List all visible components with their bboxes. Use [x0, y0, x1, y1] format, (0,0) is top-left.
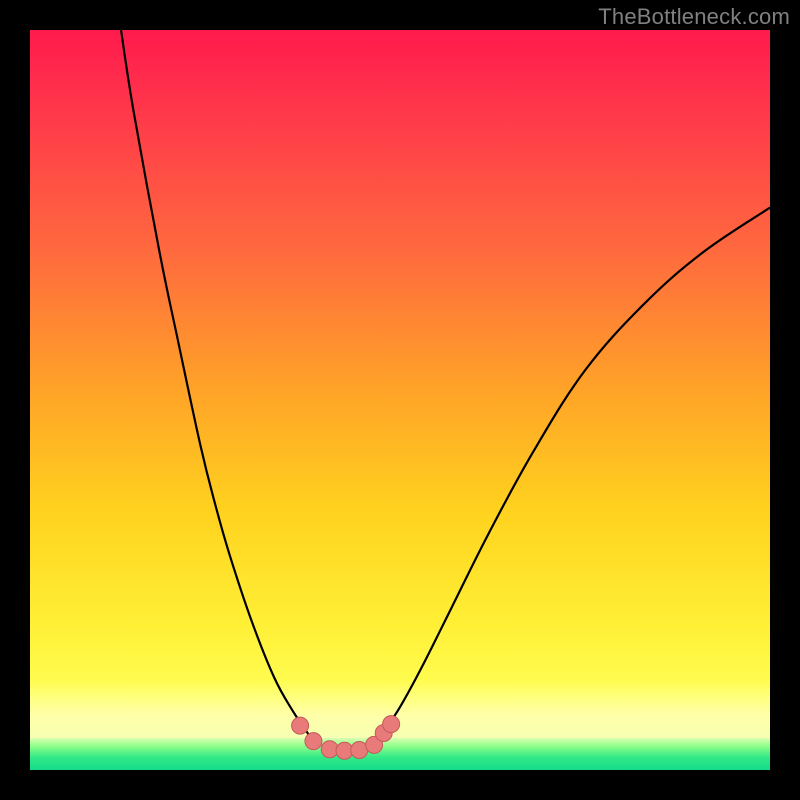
plot-area [30, 30, 770, 770]
curve-right-branch [385, 208, 770, 730]
watermark-text: TheBottleneck.com [598, 4, 790, 30]
chart-frame: TheBottleneck.com [0, 0, 800, 800]
curve-left-branch [121, 30, 311, 738]
trough-marker [305, 733, 322, 750]
trough-markers [292, 716, 400, 760]
trough-marker [383, 716, 400, 733]
chart-overlay [30, 30, 770, 770]
trough-marker [292, 717, 309, 734]
